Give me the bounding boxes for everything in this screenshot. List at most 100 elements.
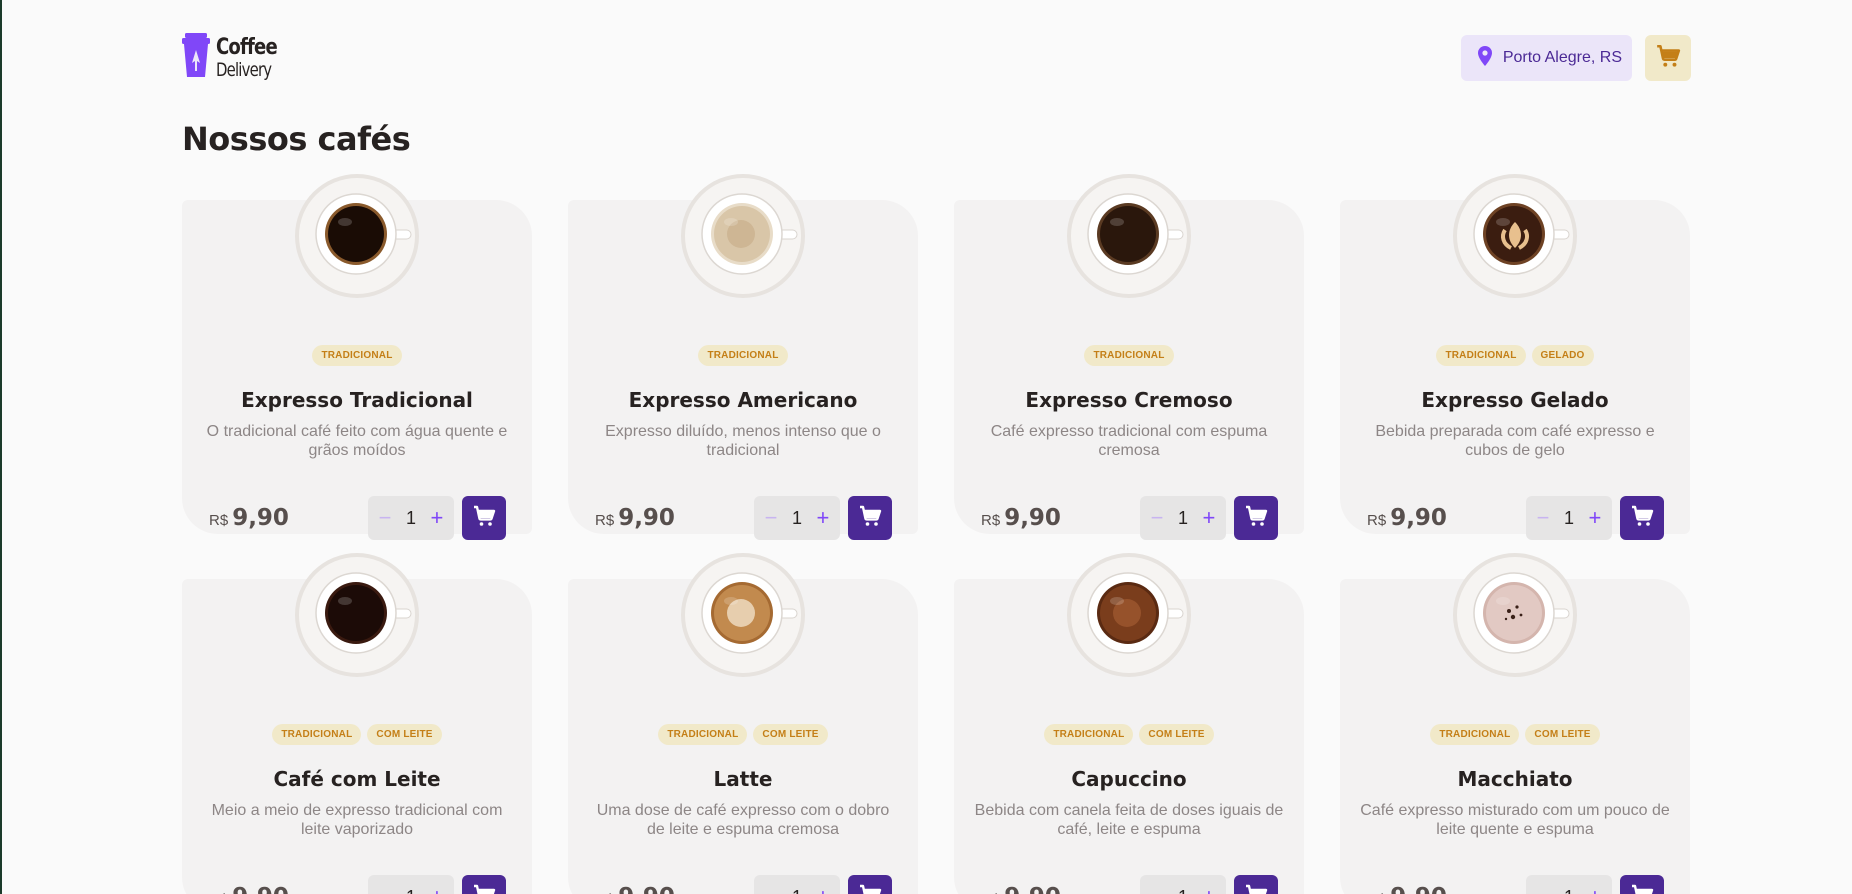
quantity-stepper: − 1 + (368, 496, 454, 540)
quantity-stepper: − 1 + (1140, 496, 1226, 540)
tag-list: TRADICIONAL COM LEITE (1340, 724, 1690, 745)
coffee-description: Uma dose de café expresso com o dobro de… (596, 802, 890, 839)
tag-badge: TRADICIONAL (272, 724, 362, 745)
coffee-description: O tradicional café feito com água quente… (206, 423, 508, 460)
coffee-description: Bebida preparada com café expresso e cub… (1375, 423, 1655, 460)
price-value: 9,90 (1004, 884, 1061, 894)
buy-row: R$ 9,90 − 1 + (595, 496, 892, 540)
price-value: 9,90 (1390, 884, 1447, 894)
coffee-description: Café expresso tradicional com espuma cre… (990, 423, 1268, 460)
price-value: 9,90 (232, 505, 289, 531)
coffee-image (679, 172, 807, 300)
add-to-cart-button[interactable] (848, 496, 892, 540)
price: R$ 9,90 (1367, 505, 1447, 531)
add-to-cart-button[interactable] (462, 496, 506, 540)
coffee-description: Meio a meio de expresso tradicional com … (211, 802, 503, 839)
price-currency: R$ (209, 512, 229, 529)
coffee-list: TRADICIONAL Expresso Tradicional O tradi… (182, 174, 1690, 894)
increase-button[interactable]: + (1586, 886, 1604, 894)
price: R$ 9,90 (209, 884, 289, 894)
increase-button[interactable]: + (428, 507, 446, 529)
shopping-cart-icon (858, 504, 882, 533)
tag-list: TRADICIONAL (568, 345, 918, 366)
quantity-value: 1 (406, 887, 416, 894)
decrease-button[interactable]: − (1534, 507, 1552, 529)
tag-list: TRADICIONAL COM LEITE (182, 724, 532, 745)
increase-button[interactable]: + (814, 886, 832, 894)
add-to-cart-button[interactable] (1234, 875, 1278, 894)
add-to-cart-button[interactable] (1620, 875, 1664, 894)
coffee-card: TRADICIONAL Expresso Tradicional O tradi… (182, 174, 532, 540)
buy-row: R$ 9,90 − 1 + (595, 875, 892, 894)
tag-list: TRADICIONAL (182, 345, 532, 366)
logo[interactable]: Coffee Delivery (182, 32, 290, 84)
quantity-stepper: − 1 + (754, 496, 840, 540)
buy-row: R$ 9,90 − 1 + (1367, 875, 1664, 894)
increase-button[interactable]: + (1586, 507, 1604, 529)
price: R$ 9,90 (209, 505, 289, 531)
price-value: 9,90 (1004, 505, 1061, 531)
buy-row: R$ 9,90 − 1 + (981, 875, 1278, 894)
tag-badge: TRADICIONAL (1084, 345, 1174, 366)
buy-row: R$ 9,90 − 1 + (981, 496, 1278, 540)
header: Coffee Delivery Porto Alegre, RS (182, 30, 1691, 86)
tag-list: TRADICIONAL COM LEITE (568, 724, 918, 745)
coffee-card: TRADICIONAL COM LEITE Macchiato Café expr… (1340, 553, 1690, 894)
add-to-cart-button[interactable] (848, 875, 892, 894)
decrease-button[interactable]: − (376, 507, 394, 529)
coffee-card: TRADICIONAL COM LEITE Café com Leite Meio… (182, 553, 532, 894)
decrease-button[interactable]: − (376, 886, 394, 894)
price-currency: R$ (981, 512, 1001, 529)
shopping-cart-icon (472, 504, 496, 533)
increase-button[interactable]: + (1200, 886, 1218, 894)
tag-list: TRADICIONAL GELADO (1340, 345, 1690, 366)
increase-button[interactable]: + (428, 886, 446, 894)
buy-row: R$ 9,90 − 1 + (209, 875, 506, 894)
coffee-name: Capuccino (1071, 767, 1187, 791)
increase-button[interactable]: + (814, 507, 832, 529)
location-button[interactable]: Porto Alegre, RS (1460, 35, 1632, 81)
coffee-image (1065, 551, 1193, 679)
quantity-value: 1 (1564, 887, 1574, 894)
quantity-stepper: − 1 + (754, 875, 840, 894)
quantity-stepper: − 1 + (1526, 875, 1612, 894)
decrease-button[interactable]: − (762, 886, 780, 894)
shopping-cart-icon (1244, 504, 1268, 533)
price-currency: R$ (1367, 512, 1387, 529)
price: R$ 9,90 (595, 505, 675, 531)
coffee-image (293, 172, 421, 300)
quantity-stepper: − 1 + (368, 875, 454, 894)
decrease-button[interactable]: − (1534, 886, 1552, 894)
coffee-image (679, 551, 807, 679)
quantity-stepper: − 1 + (1526, 496, 1612, 540)
window-edge (0, 0, 2, 894)
quantity-stepper: − 1 + (1140, 875, 1226, 894)
add-to-cart-button[interactable] (462, 875, 506, 894)
decrease-button[interactable]: − (1148, 507, 1166, 529)
shopping-cart-icon (1244, 883, 1268, 894)
coffee-card: TRADICIONAL COM LEITE Latte Uma dose de c… (568, 553, 918, 894)
coffee-card: TRADICIONAL GELADO Expresso Gelado Bebida… (1340, 174, 1690, 540)
tag-badge: TRADICIONAL (1436, 345, 1526, 366)
buy-row: R$ 9,90 − 1 + (209, 496, 506, 540)
add-to-cart-button[interactable] (1620, 496, 1664, 540)
increase-button[interactable]: + (1200, 507, 1218, 529)
decrease-button[interactable]: − (762, 507, 780, 529)
quantity-value: 1 (792, 887, 802, 894)
coffee-image (1451, 172, 1579, 300)
tag-badge: COM LEITE (1525, 724, 1600, 745)
brand-subtitle: Delivery (216, 58, 272, 81)
page-title: Nossos cafés (182, 120, 411, 158)
cart-button[interactable] (1645, 35, 1691, 81)
quantity-value: 1 (1563, 507, 1574, 528)
coffee-image (1451, 551, 1579, 679)
add-to-cart-button[interactable] (1234, 496, 1278, 540)
price: R$ 9,90 (1367, 884, 1447, 894)
shopping-cart-icon (858, 883, 882, 894)
quantity-value: 1 (405, 507, 416, 528)
price-value: 9,90 (1390, 505, 1447, 531)
decrease-button[interactable]: − (1148, 886, 1166, 894)
coffee-card: TRADICIONAL COM LEITE Capuccino Bebida co… (954, 553, 1304, 894)
coffee-cup-logo-icon (182, 32, 210, 84)
shopping-cart-icon (1630, 883, 1654, 894)
